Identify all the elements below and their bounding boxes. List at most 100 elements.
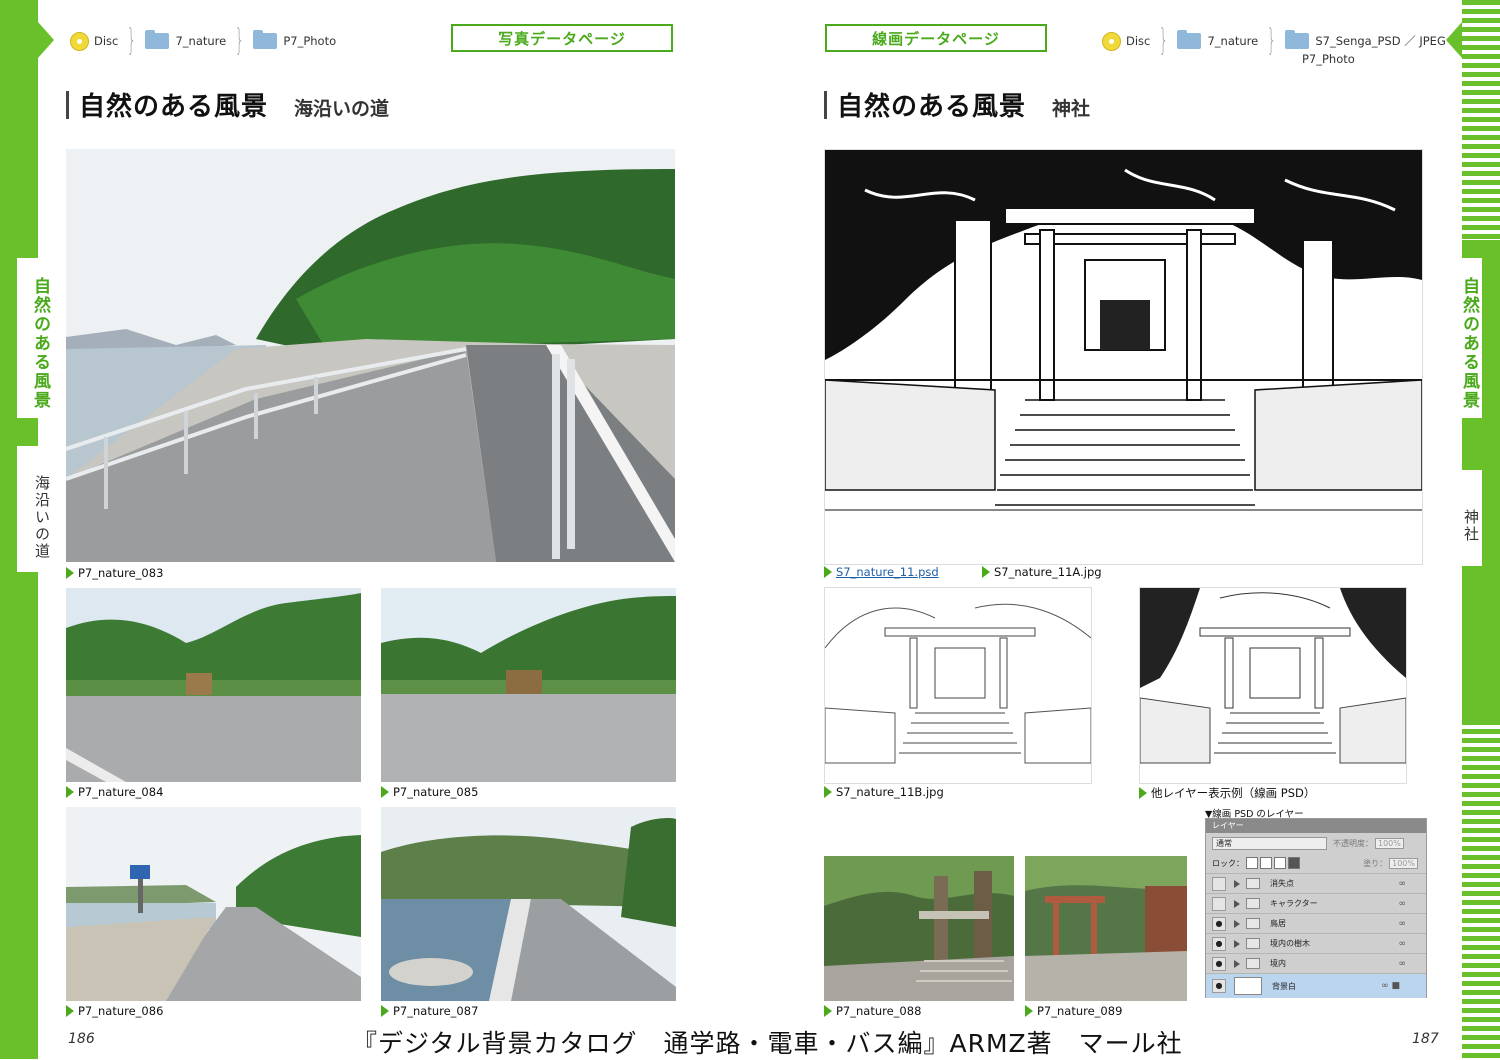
layer-row[interactable]: キャラクター ∞ [1206, 893, 1426, 913]
layer-row[interactable]: ● 境内の樹木 ∞ [1206, 933, 1426, 953]
crumb-folder[interactable]: 7_nature [145, 30, 227, 49]
photo-data-page-button[interactable]: 写真データページ [451, 24, 673, 52]
right-side-tab-category[interactable]: 自然のある風景 [1446, 258, 1482, 418]
crumb-folder[interactable]: 7_nature [1177, 30, 1258, 49]
layer-folder-icon [1246, 898, 1260, 909]
caption-text: P7_nature_083 [78, 566, 164, 580]
lock-pixels-icon[interactable] [1260, 857, 1272, 869]
lock-transparent-icon[interactable] [1246, 857, 1258, 869]
left-page-title: 自然のある風景 海沿いの道 [66, 86, 389, 123]
disc-icon [70, 31, 89, 51]
photo-085[interactable] [381, 588, 676, 782]
crumb-label: P7_Photo [283, 34, 337, 48]
crumb-folder[interactable]: P7_Photo [253, 30, 337, 49]
expand-triangle-icon[interactable] [1234, 899, 1240, 908]
eye-icon[interactable]: ● [1212, 979, 1226, 993]
lock-row: ロック： 塗り： 100% [1206, 853, 1426, 873]
fill-field[interactable]: 100% [1389, 857, 1418, 869]
caption-086: P7_nature_086 [66, 1004, 163, 1018]
layer-row[interactable]: 消失点 ∞ [1206, 873, 1426, 893]
caption-arrow-icon [1139, 787, 1147, 799]
layer-name: 背景白 [1272, 981, 1296, 991]
blend-mode-select[interactable]: 通常 [1212, 836, 1327, 850]
caption-text: S7_nature_11B.jpg [836, 785, 944, 799]
caption-087: P7_nature_087 [381, 1004, 478, 1018]
right-breadcrumb: Disc } 7_nature } S7_Senga_PSD ／ JPEG [1102, 26, 1448, 56]
crumb-label: 7_nature [175, 34, 227, 48]
caption-arrow-icon [824, 786, 832, 798]
opacity-field[interactable]: 100% [1375, 837, 1404, 849]
expand-triangle-icon[interactable] [1234, 959, 1240, 968]
visibility-off-icon[interactable] [1212, 896, 1226, 911]
lock-all-icon[interactable] [1288, 857, 1300, 869]
lock-label: ロック： [1212, 858, 1244, 868]
photo-089[interactable] [1025, 856, 1187, 1001]
lock-icon: ∞ ■ [1381, 981, 1400, 991]
layer-folder-icon [1246, 878, 1260, 889]
layer-folder-icon [1246, 938, 1260, 949]
layer-name: 消失点 [1270, 879, 1294, 888]
crumb-disc[interactable]: Disc [70, 31, 118, 51]
expand-triangle-icon[interactable] [1234, 939, 1240, 948]
layer-folder-icon [1246, 958, 1260, 969]
title-sub: 神社 [1052, 98, 1091, 120]
right-side-tab-sub[interactable]: 神社 [1446, 470, 1482, 566]
title-bar [824, 90, 827, 119]
layer-row[interactable]: ● 境内 ∞ [1206, 953, 1426, 973]
lock-position-icon[interactable] [1274, 857, 1286, 869]
photo-coastal-road-large[interactable] [66, 149, 675, 562]
left-side-tab-category[interactable]: 自然のある風景 [17, 258, 53, 418]
link-icon: ∞ [1398, 878, 1407, 889]
left-side-tab-sub[interactable]: 海沿いの道 [17, 446, 53, 572]
caption-088: P7_nature_088 [824, 1004, 921, 1018]
photo-087[interactable] [381, 807, 676, 1001]
visibility-off-icon[interactable] [1212, 876, 1226, 891]
caption-arrow-icon [982, 566, 990, 578]
photo-084[interactable] [66, 588, 361, 782]
crumb-subfolder[interactable]: P7_Photo [1302, 52, 1355, 66]
expand-triangle-icon[interactable] [1234, 919, 1240, 928]
photo-088[interactable] [824, 856, 1014, 1001]
layer-row-selected[interactable]: ● 背景白 ∞ ■ [1206, 973, 1426, 998]
caption-arrow-icon [66, 1005, 74, 1017]
link-icon: ∞ [1398, 938, 1407, 949]
layer-name: 境内 [1270, 959, 1286, 968]
eye-icon[interactable]: ● [1212, 916, 1226, 931]
caption-089: P7_nature_089 [1025, 1004, 1122, 1018]
folder-icon [1285, 30, 1310, 49]
shrine-line-art-b[interactable] [824, 587, 1092, 784]
caption-text: P7_nature_087 [393, 1004, 479, 1018]
page-number-right: 187 [1412, 1031, 1439, 1047]
title-main: 自然のある風景 [79, 92, 269, 122]
opacity-label: 不透明度： [1333, 838, 1373, 848]
line-art-data-page-button[interactable]: 線画データページ [825, 24, 1047, 52]
crumb-folder[interactable]: S7_Senga_PSD ／ JPEG [1285, 30, 1446, 49]
layer-panel-tab[interactable]: レイヤー [1206, 819, 1426, 833]
caption-text: P7_nature_086 [78, 1004, 164, 1018]
layer-name: キャラクター [1270, 899, 1318, 908]
brace-separator-icon: } [1267, 23, 1277, 58]
caption-text: S7_nature_11.psd [836, 565, 939, 579]
caption-text: P7_nature_089 [1037, 1004, 1123, 1018]
caption-main-psd[interactable]: S7_nature_11.psd [824, 565, 939, 579]
expand-triangle-icon[interactable] [1234, 879, 1240, 888]
blend-row: 通常 不透明度： 100% [1206, 833, 1426, 853]
eye-icon[interactable]: ● [1212, 956, 1226, 971]
link-icon: ∞ [1398, 958, 1407, 969]
brace-separator-icon: } [1159, 23, 1169, 58]
crumb-label: S7_Senga_PSD ／ JPEG [1315, 34, 1446, 48]
crumb-disc[interactable]: Disc [1102, 31, 1150, 51]
photo-086[interactable] [66, 807, 361, 1001]
shrine-layer-example[interactable] [1139, 587, 1407, 784]
caption-text: 他レイヤー表示例（線画 PSD） [1151, 786, 1316, 800]
layer-name: 鳥居 [1270, 919, 1286, 928]
caption-arrow-icon [1025, 1005, 1033, 1017]
layer-row[interactable]: ● 鳥居 ∞ [1206, 913, 1426, 933]
fill-label: 塗り： [1363, 858, 1388, 868]
shrine-line-art-main[interactable] [824, 149, 1423, 565]
right-page-title: 自然のある風景 神社 [824, 86, 1090, 123]
left-edge-notch [38, 22, 54, 58]
eye-icon[interactable]: ● [1212, 936, 1226, 951]
brace-separator-icon: } [127, 23, 137, 58]
title-sub: 海沿いの道 [294, 98, 390, 120]
